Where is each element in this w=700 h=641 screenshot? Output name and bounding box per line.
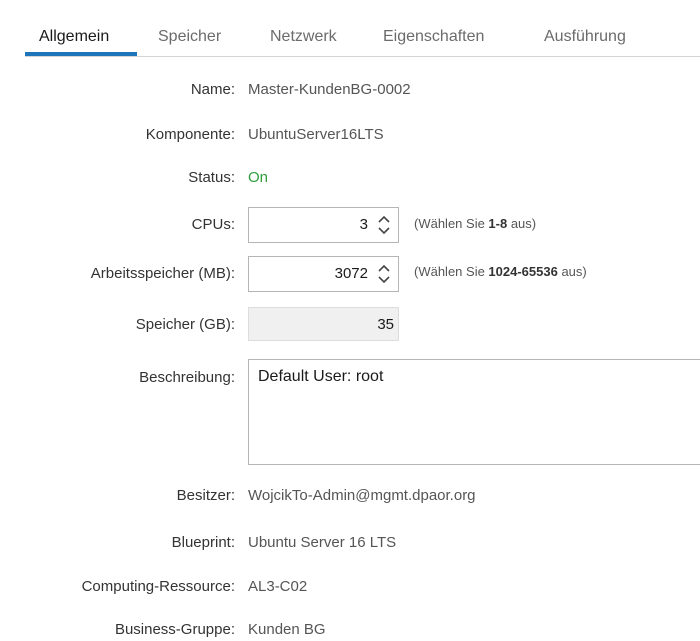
memory-hint: (Wählen Sie 1024-65536 aus) [414,264,587,279]
komponente-label: Komponente: [145,126,235,143]
status-label: Status: [188,169,235,186]
tab-netzwerk[interactable]: Netzwerk [270,28,337,46]
cpus-hint: (Wählen Sie 1-8 aus) [414,216,536,231]
computing-value: AL3-C02 [248,578,308,595]
memory-hint-suffix: aus) [557,264,587,279]
tab-divider [25,56,700,57]
computing-label: Computing-Ressource: [81,578,235,595]
storage-value: 35 [377,316,394,333]
tab-speicher[interactable]: Speicher [158,28,221,46]
up-down-chevron-icon[interactable] [377,263,391,285]
memory-hint-prefix: (Wählen Sie [414,264,489,279]
name-label: Name: [190,81,235,98]
description-textarea[interactable]: Default User: root [248,359,700,465]
cpus-value: 3 [359,216,368,233]
cpus-hint-suffix: aus) [507,216,537,231]
tab-ausfuehrung[interactable]: Ausführung [544,28,626,46]
business-group-value: Kunden BG [248,621,326,638]
tab-allgemein[interactable]: Allgemein [39,28,109,46]
memory-label: Arbeitsspeicher (MB): [90,265,235,282]
blueprint-value: Ubuntu Server 16 LTS [248,534,397,551]
tab-bar: Allgemein Speicher Netzwerk Eigenschafte… [0,0,700,58]
cpus-stepper[interactable]: 3 [248,207,399,243]
owner-label: Besitzer: [176,487,235,504]
cpus-hint-prefix: (Wählen Sie [414,216,489,231]
name-value: Master-KundenBG-0002 [248,81,411,98]
owner-value: WojcikTo-Admin@mgmt.dpaor.org [248,487,476,504]
komponente-value: UbuntuServer16LTS [248,126,384,143]
storage-field: 35 [248,307,399,341]
memory-hint-range: 1024-65536 [488,264,558,279]
business-group-label: Business-Gruppe: [114,621,235,638]
blueprint-label: Blueprint: [171,534,235,551]
memory-value: 3072 [334,265,368,282]
status-value: On [248,169,269,186]
description-label: Beschreibung: [139,369,235,386]
tab-eigenschaften[interactable]: Eigenschaften [383,28,484,46]
cpus-label: CPUs: [191,216,235,233]
storage-label: Speicher (GB): [135,316,235,333]
cpus-hint-range: 1-8 [488,216,508,231]
up-down-chevron-icon[interactable] [377,214,391,236]
memory-stepper[interactable]: 3072 [248,256,399,292]
